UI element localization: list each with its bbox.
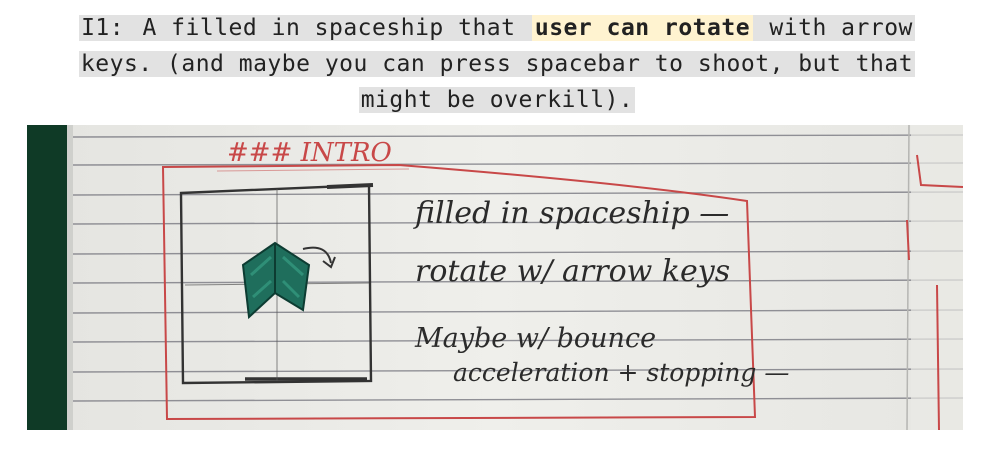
caption-text-continued: with arrow xyxy=(753,15,915,41)
caption-line-3-text: might be overkill). xyxy=(358,87,636,113)
notebook-cover-edge xyxy=(27,125,67,430)
caption-line-1: I1: A filled in spaceship that user can … xyxy=(0,10,994,46)
note-line-4: acceleration + stopping — xyxy=(453,358,789,387)
caption-label: I1: xyxy=(79,15,127,41)
caption-line-3: might be overkill). xyxy=(0,82,994,118)
note-line-2: rotate w/ arrow keys xyxy=(415,254,730,289)
notebook-sketch-photo: ### INTRO filled in spaceship — rotate w… xyxy=(27,125,963,430)
caption-paragraph: I1: A filled in spaceship that user can … xyxy=(0,10,994,118)
sketch-heading: ### INTRO xyxy=(227,138,392,168)
note-line-3: Maybe w/ bounce xyxy=(414,323,656,354)
note-line-1: filled in spaceship — xyxy=(413,196,729,231)
caption-line-2: keys. (and maybe you can press spacebar … xyxy=(0,46,994,82)
caption-line-2-text: keys. (and maybe you can press spacebar … xyxy=(78,51,916,77)
caption-highlight: user can rotate xyxy=(531,15,754,41)
caption-text: A filled in spaceship that xyxy=(126,15,532,41)
